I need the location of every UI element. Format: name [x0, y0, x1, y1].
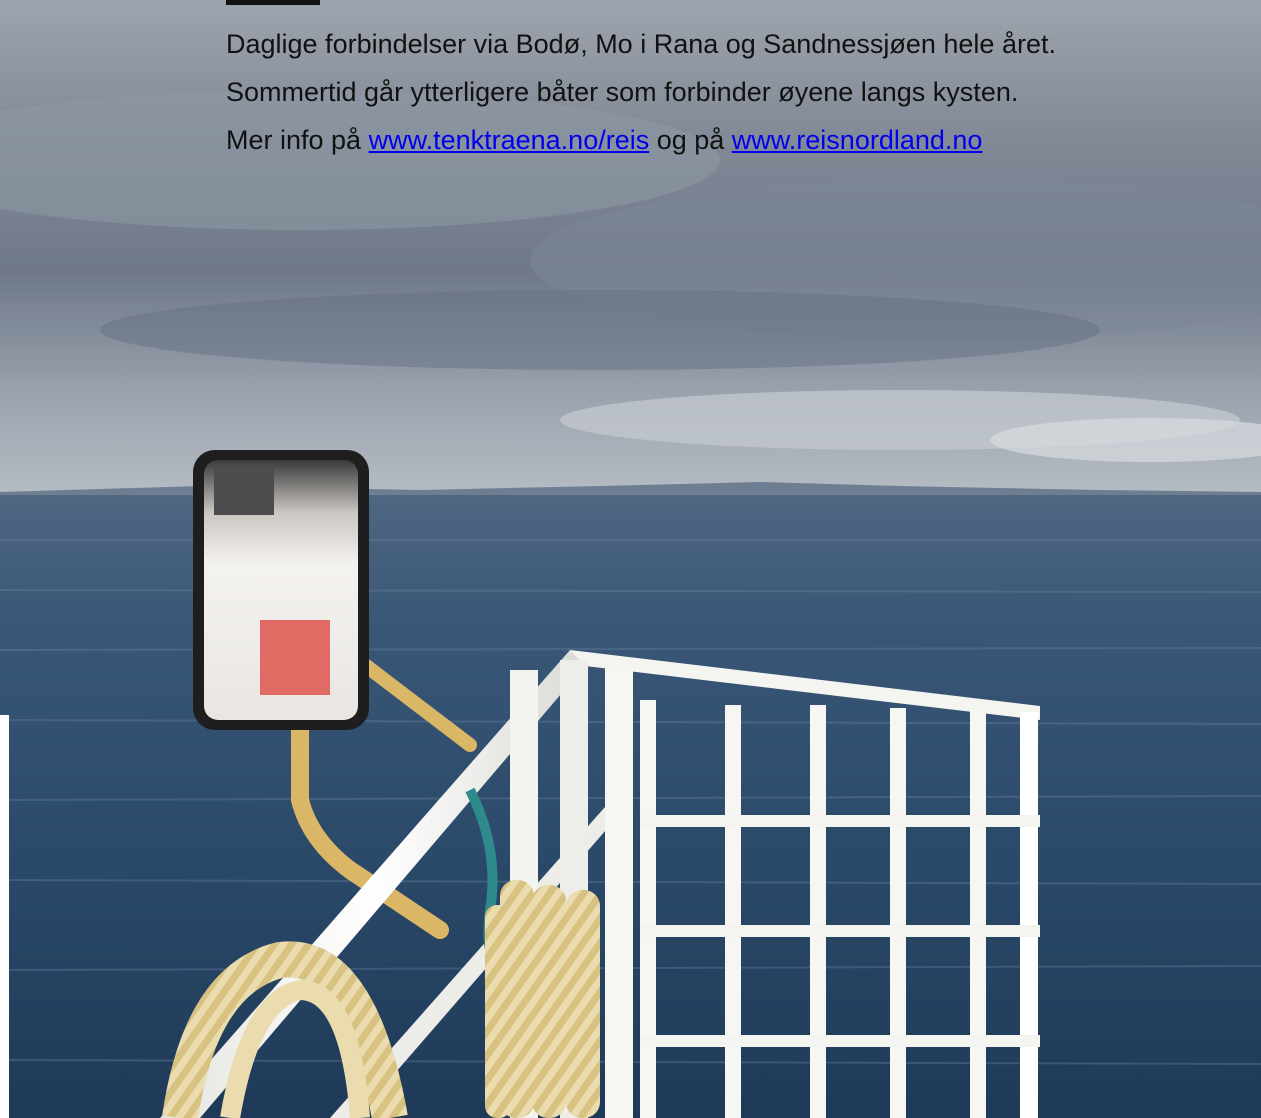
page: Daglige forbindelser via Bodø, Mo i Rana… — [0, 0, 1261, 1118]
info-line-1: Daglige forbindelser via Bodø, Mo i Rana… — [226, 29, 1056, 59]
tenktraena-link[interactable]: www.tenktraena.no/reis — [369, 125, 650, 155]
reisnordland-link[interactable]: www.reisnordland.no — [732, 125, 983, 155]
info-line-2: Sommertid går ytterligere båter som forb… — [226, 77, 1019, 107]
top-rule-divider — [226, 0, 320, 5]
ferry-railing-sea-photo — [0, 0, 1261, 1118]
info-line-3-prefix: Mer info på — [226, 125, 369, 155]
left-edge-strip — [0, 715, 9, 1118]
info-line-3-middle: og på — [649, 125, 732, 155]
info-line-3: Mer info på www.tenktraena.no/reis og på… — [226, 116, 1056, 164]
travel-info-text: Daglige forbindelser via Bodø, Mo i Rana… — [226, 20, 1056, 164]
